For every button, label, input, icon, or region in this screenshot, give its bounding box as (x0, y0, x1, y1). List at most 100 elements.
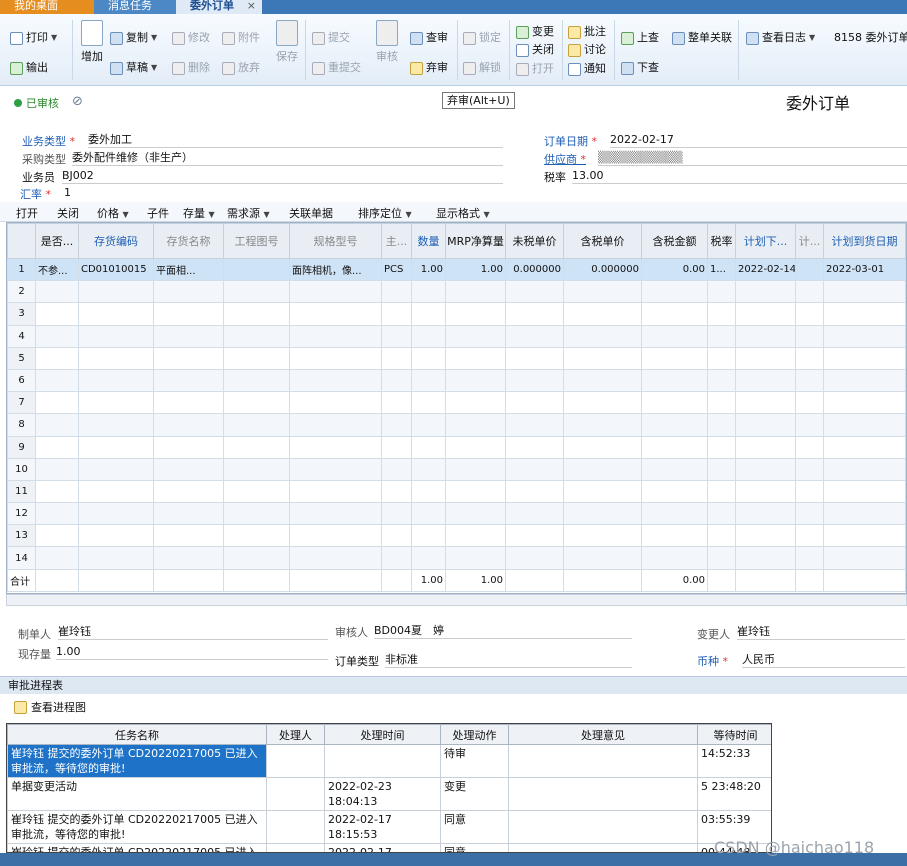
grid-cell[interactable] (78, 413, 154, 437)
staff-field[interactable]: BJ002 (62, 168, 503, 184)
grid-cell[interactable] (411, 457, 446, 481)
tab-messages[interactable]: 消息任务 (94, 0, 176, 14)
grid-cell[interactable] (153, 457, 224, 481)
grid-cell[interactable] (735, 413, 796, 437)
grid-cell[interactable] (78, 346, 154, 370)
grid-header-cell[interactable]: 是否... (35, 223, 79, 259)
grid-cell[interactable] (641, 435, 708, 459)
grid-cell[interactable] (795, 413, 824, 437)
grid-cell[interactable] (153, 524, 224, 548)
grid-cell[interactable] (563, 435, 642, 459)
notify-button[interactable]: 通知 (568, 59, 606, 79)
grid-header-cell[interactable]: 未税单价 (505, 223, 564, 259)
grid-cell[interactable] (563, 324, 642, 348)
approval-header-cell[interactable]: 处理动作 (440, 724, 509, 745)
abandon-audit-button[interactable]: 弃审 (410, 58, 448, 78)
order-type-field[interactable]: 非标准 (385, 652, 632, 668)
grid-cell[interactable] (445, 324, 506, 348)
grid-cell[interactable] (505, 546, 564, 570)
grid-cell[interactable]: CD01010015 (78, 257, 154, 282)
grid-cell[interactable] (563, 391, 642, 415)
modify-button[interactable]: 修改 (172, 28, 210, 48)
grid-cell[interactable] (795, 257, 824, 282)
grid-cell[interactable] (823, 302, 906, 326)
grid-cell[interactable] (35, 368, 79, 393)
grid-cell[interactable] (153, 546, 224, 570)
grid-cell[interactable] (381, 435, 412, 459)
table-row[interactable]: 6 (7, 368, 906, 393)
submit-button[interactable]: 提交 (312, 28, 350, 48)
grid-cell[interactable] (411, 435, 446, 459)
delete-button[interactable]: 删除 (172, 58, 210, 78)
grid-cell[interactable] (223, 413, 290, 437)
grid-cell[interactable] (641, 502, 708, 526)
grid-cell[interactable] (563, 346, 642, 370)
grid-cell[interactable] (411, 502, 446, 526)
grid-cell[interactable] (411, 479, 446, 504)
grid-cell[interactable]: 2022-03-01 (823, 257, 906, 282)
grid-cell[interactable] (381, 368, 412, 393)
grid-cell[interactable] (78, 524, 154, 548)
grid-cell[interactable] (505, 346, 564, 370)
grid-cell[interactable] (445, 368, 506, 393)
resubmit-button[interactable]: 重提交 (312, 58, 361, 78)
close-action[interactable]: 关闭 (57, 205, 79, 221)
chevron-down-icon[interactable]: ▼ (151, 28, 157, 48)
grid-cell[interactable] (563, 546, 642, 570)
prev-button[interactable]: 上查 (621, 28, 659, 48)
open-action[interactable]: 打开 (16, 205, 38, 221)
grid-cell[interactable] (78, 457, 154, 481)
grid-cell[interactable] (289, 302, 382, 326)
grid-cell[interactable] (78, 546, 154, 570)
grid-header-cell[interactable]: 计... (795, 223, 824, 259)
grid-cell[interactable] (411, 302, 446, 326)
grid-cell[interactable] (795, 479, 824, 504)
grid-cell[interactable] (381, 324, 412, 348)
grid-cell[interactable] (641, 546, 708, 570)
grid-cell[interactable] (505, 435, 564, 459)
display-format-action[interactable]: 显示格式 ▼ (436, 205, 490, 221)
grid-header-cell[interactable]: 主... (381, 223, 412, 259)
grid-cell[interactable] (563, 368, 642, 393)
grid-cell[interactable] (35, 324, 79, 348)
grid-cell[interactable] (795, 391, 824, 415)
grid-cell[interactable] (505, 479, 564, 504)
approval-row[interactable]: 单据变更活动 2022-02-23 18:04:13 变更 5 23:48:20 (7, 777, 771, 811)
grid-cell[interactable] (563, 413, 642, 437)
open-button[interactable]: 打开 (516, 59, 554, 79)
grid-cell[interactable] (223, 324, 290, 348)
grid-header-cell[interactable]: 存货编码 (78, 223, 154, 259)
grid-cell[interactable] (78, 479, 154, 504)
linked-docs-action[interactable]: 关联单据 (289, 205, 333, 221)
grid-cell[interactable] (411, 524, 446, 548)
audit-button[interactable]: 审核 (370, 20, 404, 64)
grid-cell[interactable] (707, 346, 736, 370)
grid-cell[interactable] (707, 435, 736, 459)
grid-cell[interactable] (289, 479, 382, 504)
order-date-field[interactable]: 2022-02-17 (610, 132, 907, 148)
grid-cell[interactable]: 0.000000 (563, 257, 642, 282)
attach-button[interactable]: 附件 (222, 28, 260, 48)
grid-header-cell[interactable]: 计划下... (735, 223, 796, 259)
grid-cell[interactable] (223, 280, 290, 304)
grid-cell[interactable] (823, 413, 906, 437)
rate-field[interactable]: 1 (64, 185, 904, 201)
grid-header-cell[interactable]: 税率 (707, 223, 736, 259)
grid-cell[interactable] (381, 524, 412, 548)
grid-cell[interactable] (78, 368, 154, 393)
lock-button[interactable]: 锁定 (463, 28, 501, 48)
approval-header-cell[interactable]: 处理人 (266, 724, 325, 745)
grid-cell[interactable] (78, 302, 154, 326)
grid-cell[interactable] (411, 324, 446, 348)
grid-cell[interactable] (563, 457, 642, 481)
grid-cell[interactable] (735, 546, 796, 570)
grid-cell[interactable] (505, 368, 564, 393)
export-button[interactable]: 输出 (10, 58, 48, 78)
chevron-down-icon[interactable]: ▼ (51, 28, 57, 48)
grid-cell[interactable] (223, 368, 290, 393)
table-row[interactable]: 11 (7, 479, 906, 504)
child-action[interactable]: 子件 (147, 205, 169, 221)
grid-cell[interactable] (411, 546, 446, 570)
grid-cell[interactable] (289, 435, 382, 459)
grid-cell[interactable] (505, 413, 564, 437)
